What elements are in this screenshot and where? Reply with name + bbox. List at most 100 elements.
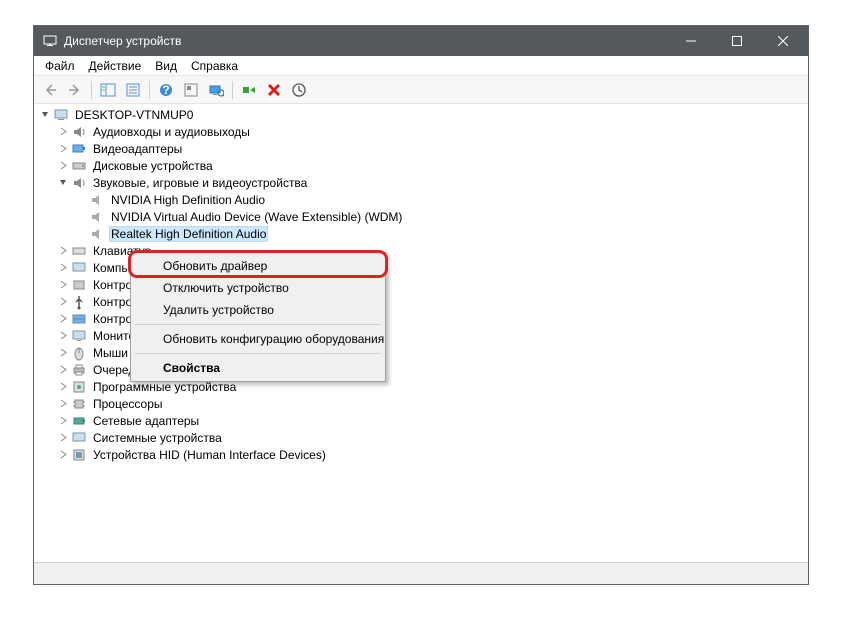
controller-icon bbox=[71, 277, 87, 293]
help-button[interactable]: ? bbox=[154, 79, 178, 101]
tree-category[interactable]: Дисковые устройства bbox=[34, 157, 808, 174]
chevron-right-icon[interactable] bbox=[58, 296, 69, 307]
menu-label: Удалить устройство bbox=[163, 303, 274, 317]
speaker-icon bbox=[71, 124, 87, 140]
speaker-icon bbox=[89, 192, 105, 208]
tree-label: Видеоадаптеры bbox=[91, 142, 184, 156]
context-properties[interactable]: Свойства bbox=[133, 357, 383, 379]
chevron-right-icon[interactable] bbox=[58, 126, 69, 137]
monitor-icon bbox=[71, 328, 87, 344]
forward-button[interactable] bbox=[63, 79, 87, 101]
menu-help[interactable]: Справка bbox=[184, 57, 245, 75]
tree-label: NVIDIA Virtual Audio Device (Wave Extens… bbox=[109, 210, 404, 224]
tree-content: DESKTOP-VTNMUP0 Аудиовходы и аудиовыходы… bbox=[34, 104, 808, 562]
context-uninstall-device[interactable]: Удалить устройство bbox=[133, 299, 383, 321]
action-button[interactable] bbox=[179, 79, 203, 101]
uninstall-button[interactable] bbox=[262, 79, 286, 101]
tree-label: Устройства HID (Human Interface Devices) bbox=[91, 448, 328, 462]
show-hide-tree-button[interactable] bbox=[96, 79, 120, 101]
menu-separator bbox=[135, 324, 381, 325]
tree-category[interactable]: Устройства HID (Human Interface Devices) bbox=[34, 446, 808, 463]
tree-category[interactable]: Аудиовходы и аудиовыходы bbox=[34, 123, 808, 140]
tree-category[interactable]: Видеоадаптеры bbox=[34, 140, 808, 157]
chevron-right-icon[interactable] bbox=[58, 262, 69, 273]
device-manager-window: Диспетчер устройств Файл Действие Вид Сп… bbox=[33, 25, 809, 585]
spacer bbox=[76, 194, 87, 205]
menu-label: Отключить устройство bbox=[163, 281, 289, 295]
properties-button[interactable] bbox=[121, 79, 145, 101]
chevron-down-icon[interactable] bbox=[40, 109, 51, 120]
menu-file[interactable]: Файл bbox=[38, 57, 82, 75]
printer-icon bbox=[71, 362, 87, 378]
scan-button[interactable] bbox=[204, 79, 228, 101]
chevron-right-icon[interactable] bbox=[58, 364, 69, 375]
chevron-right-icon[interactable] bbox=[58, 381, 69, 392]
titlebar[interactable]: Диспетчер устройств bbox=[34, 26, 808, 56]
tree-device[interactable]: NVIDIA Virtual Audio Device (Wave Extens… bbox=[34, 208, 808, 225]
computer-icon bbox=[71, 260, 87, 276]
tree-root[interactable]: DESKTOP-VTNMUP0 bbox=[34, 106, 808, 123]
menu-action[interactable]: Действие bbox=[82, 57, 149, 75]
menu-label: Свойства bbox=[163, 361, 220, 375]
network-icon bbox=[71, 413, 87, 429]
speaker-icon bbox=[89, 226, 105, 242]
enable-button[interactable] bbox=[237, 79, 261, 101]
context-scan-hardware[interactable]: Обновить конфигурацию оборудования bbox=[133, 328, 383, 350]
software-icon bbox=[71, 379, 87, 395]
chevron-right-icon[interactable] bbox=[58, 398, 69, 409]
minimize-button[interactable] bbox=[668, 26, 714, 56]
update-driver-button[interactable] bbox=[287, 79, 311, 101]
mouse-icon bbox=[71, 345, 87, 361]
keyboard-icon bbox=[71, 243, 87, 259]
context-disable-device[interactable]: Отключить устройство bbox=[133, 277, 383, 299]
chevron-right-icon[interactable] bbox=[58, 449, 69, 460]
menu-label: Обновить драйвер bbox=[163, 259, 267, 273]
tree-category-expanded[interactable]: Звуковые, игровые и видеоустройства bbox=[34, 174, 808, 191]
context-menu: Обновить драйвер Отключить устройство Уд… bbox=[130, 252, 386, 382]
chevron-right-icon[interactable] bbox=[58, 415, 69, 426]
speaker-icon bbox=[71, 175, 87, 191]
tree-category[interactable]: Процессоры bbox=[34, 395, 808, 412]
chevron-right-icon[interactable] bbox=[58, 245, 69, 256]
usb-icon bbox=[71, 294, 87, 310]
close-button[interactable] bbox=[760, 26, 806, 56]
chevron-down-icon[interactable] bbox=[58, 177, 69, 188]
maximize-button[interactable] bbox=[714, 26, 760, 56]
speaker-icon bbox=[89, 209, 105, 225]
tree-device-selected[interactable]: Realtek High Definition Audio bbox=[34, 225, 808, 242]
app-icon bbox=[42, 33, 58, 49]
cpu-icon bbox=[71, 396, 87, 412]
storage-icon bbox=[71, 311, 87, 327]
svg-text:?: ? bbox=[162, 83, 169, 97]
disk-icon bbox=[71, 158, 87, 174]
toolbar-separator bbox=[91, 81, 92, 99]
tree-label: DESKTOP-VTNMUP0 bbox=[73, 108, 195, 122]
toolbar-separator bbox=[149, 81, 150, 99]
tree-label: Дисковые устройства bbox=[91, 159, 215, 173]
statusbar bbox=[34, 562, 808, 584]
chevron-right-icon[interactable] bbox=[58, 432, 69, 443]
display-adapter-icon bbox=[71, 141, 87, 157]
back-button[interactable] bbox=[38, 79, 62, 101]
window-title: Диспетчер устройств bbox=[64, 34, 668, 48]
chevron-right-icon[interactable] bbox=[58, 143, 69, 154]
tree-device[interactable]: NVIDIA High Definition Audio bbox=[34, 191, 808, 208]
tree-label: Сетевые адаптеры bbox=[91, 414, 201, 428]
tree-label: NVIDIA High Definition Audio bbox=[109, 193, 267, 207]
tree-label: Звуковые, игровые и видеоустройства bbox=[91, 176, 309, 190]
chevron-right-icon[interactable] bbox=[58, 279, 69, 290]
menu-view[interactable]: Вид bbox=[148, 57, 184, 75]
chevron-right-icon[interactable] bbox=[58, 347, 69, 358]
spacer bbox=[76, 211, 87, 222]
tree-category[interactable]: Сетевые адаптеры bbox=[34, 412, 808, 429]
tree-category[interactable]: Системные устройства bbox=[34, 429, 808, 446]
context-update-driver[interactable]: Обновить драйвер bbox=[133, 255, 383, 277]
menu-label: Обновить конфигурацию оборудования bbox=[163, 332, 384, 346]
hid-icon bbox=[71, 447, 87, 463]
toolbar-separator bbox=[232, 81, 233, 99]
chevron-right-icon[interactable] bbox=[58, 313, 69, 324]
chevron-right-icon[interactable] bbox=[58, 160, 69, 171]
computer-icon bbox=[53, 107, 69, 123]
tree-label: Процессоры bbox=[91, 397, 165, 411]
chevron-right-icon[interactable] bbox=[58, 330, 69, 341]
